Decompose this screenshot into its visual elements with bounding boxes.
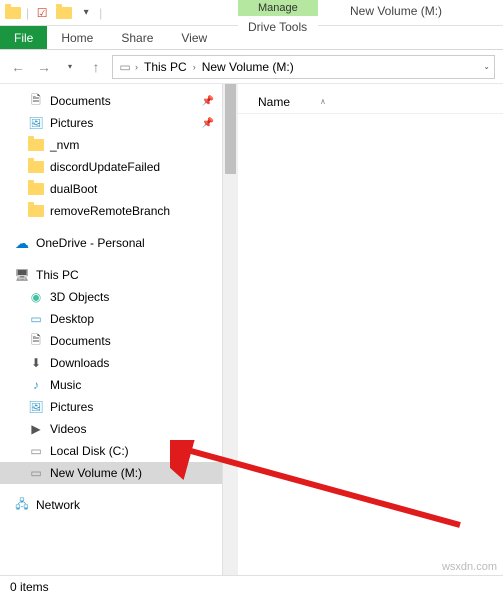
chevron-right-icon[interactable]: ›: [193, 62, 196, 72]
checkbox-icon[interactable]: ☑: [33, 4, 51, 22]
tree-label: Downloads: [50, 356, 109, 370]
sidebar-item-pictures[interactable]: 🖼 Pictures 📌: [0, 112, 222, 134]
document-icon: 🗎: [28, 93, 44, 109]
sidebar-item-remove-remote[interactable]: removeRemoteBranch: [0, 200, 222, 222]
tab-view[interactable]: View: [167, 26, 221, 49]
tab-share[interactable]: Share: [107, 26, 167, 49]
music-icon: ♪: [28, 377, 44, 393]
tree-label: Network: [36, 498, 80, 512]
pin-icon: 📌: [202, 96, 214, 107]
navigation-tree[interactable]: 🗎 Documents 📌 🖼 Pictures 📌 _nvm discordUpdat…: [0, 84, 222, 575]
tab-file[interactable]: File: [0, 26, 47, 49]
tree-label: 3D Objects: [50, 290, 109, 304]
tree-label: Desktop: [50, 312, 94, 326]
pin-icon: 📌: [202, 118, 214, 129]
download-icon: ⬇: [28, 355, 44, 371]
sidebar-item-new-volume[interactable]: ▭ New Volume (M:): [0, 462, 222, 484]
drive-icon: ▭: [117, 59, 133, 75]
sidebar-item-videos[interactable]: ▶ Videos: [0, 418, 222, 440]
explorer-body: 🗎 Documents 📌 🖼 Pictures 📌 _nvm discordUpdat…: [0, 84, 503, 575]
status-bar: 0 items: [0, 575, 503, 597]
tree-label: discordUpdateFailed: [50, 160, 160, 174]
file-list[interactable]: Name ∧: [238, 84, 503, 575]
tree-label: Pictures: [50, 400, 93, 414]
sidebar-item-music[interactable]: ♪ Music: [0, 374, 222, 396]
tab-home[interactable]: Home: [47, 26, 107, 49]
navigation-bar: ← → ▾ ↑ ▭ › This PC › New Volume (M:) ⌄: [0, 50, 503, 84]
tree-label: New Volume (M:): [50, 466, 142, 480]
list-header[interactable]: Name ∧: [238, 90, 503, 114]
back-button[interactable]: ←: [8, 57, 28, 77]
sidebar-item-3d-objects[interactable]: ◉ 3D Objects: [0, 286, 222, 308]
network-icon: 🖧: [14, 497, 30, 513]
sidebar-item-documents[interactable]: 🗎 Documents: [0, 330, 222, 352]
status-text: 0 items: [10, 580, 49, 594]
tree-label: removeRemoteBranch: [50, 204, 170, 218]
overflow-icon[interactable]: ▾: [77, 4, 95, 22]
tree-label: Documents: [50, 334, 111, 348]
desktop-icon: ▭: [28, 311, 44, 327]
tree-label: Videos: [50, 422, 86, 436]
tree-label: _nvm: [50, 138, 79, 152]
3d-icon: ◉: [28, 289, 44, 305]
quick-access-toolbar: | ☑ ▾ | Manage Drive Tools New Volume (M…: [0, 0, 503, 26]
video-icon: ▶: [28, 421, 44, 437]
breadcrumb-this-pc[interactable]: This PC: [140, 58, 191, 76]
disk-icon: ▭: [28, 443, 44, 459]
tree-label: Music: [50, 378, 81, 392]
window-title: New Volume (M:): [350, 4, 442, 18]
tab-drive-tools[interactable]: Drive Tools: [238, 16, 318, 38]
pictures-icon: 🖼: [28, 115, 44, 131]
tree-label: Local Disk (C:): [50, 444, 129, 458]
address-bar[interactable]: ▭ › This PC › New Volume (M:) ⌄: [112, 55, 495, 79]
sidebar-item-pictures[interactable]: 🖼 Pictures: [0, 396, 222, 418]
tree-label: Documents: [50, 94, 111, 108]
pictures-icon: 🖼: [28, 399, 44, 415]
sidebar-item-network[interactable]: 🖧 Network: [0, 494, 222, 516]
folder-icon: [28, 159, 44, 175]
sidebar-item-desktop[interactable]: ▭ Desktop: [0, 308, 222, 330]
chevron-right-icon[interactable]: ›: [135, 62, 138, 72]
sidebar-item-this-pc[interactable]: 🖥 This PC: [0, 264, 222, 286]
pc-icon: 🖥: [14, 267, 30, 283]
tree-label: OneDrive - Personal: [36, 236, 145, 250]
tree-scrollbar[interactable]: [222, 84, 238, 575]
sidebar-item-nvm[interactable]: _nvm: [0, 134, 222, 156]
scrollbar-thumb[interactable]: [225, 84, 236, 174]
cloud-icon: ☁: [14, 235, 30, 251]
contextual-tab-group: Manage Drive Tools: [238, 0, 318, 38]
sidebar-item-onedrive[interactable]: ☁ OneDrive - Personal: [0, 232, 222, 254]
contextual-label: Manage: [238, 0, 318, 16]
document-icon: 🗎: [28, 333, 44, 349]
up-button[interactable]: ↑: [86, 57, 106, 77]
separator: |: [26, 6, 29, 20]
folder-icon: [28, 137, 44, 153]
folder-icon: [55, 4, 73, 22]
folder-icon: [28, 203, 44, 219]
column-label: Name: [258, 95, 290, 109]
forward-button[interactable]: →: [34, 57, 54, 77]
sidebar-item-discord[interactable]: discordUpdateFailed: [0, 156, 222, 178]
folder-icon: [28, 181, 44, 197]
separator: |: [99, 6, 102, 20]
address-dropdown-icon[interactable]: ⌄: [483, 62, 490, 71]
breadcrumb-new-volume[interactable]: New Volume (M:): [198, 58, 298, 76]
sidebar-item-dualboot[interactable]: dualBoot: [0, 178, 222, 200]
tree-label: dualBoot: [50, 182, 97, 196]
tree-label: Pictures: [50, 116, 93, 130]
sort-indicator-icon: ∧: [320, 97, 326, 106]
recent-dropdown-icon[interactable]: ▾: [60, 57, 80, 77]
column-name[interactable]: Name ∧: [258, 95, 326, 109]
folder-icon: [4, 4, 22, 22]
sidebar-item-local-disk[interactable]: ▭ Local Disk (C:): [0, 440, 222, 462]
tree-label: This PC: [36, 268, 79, 282]
sidebar-item-downloads[interactable]: ⬇ Downloads: [0, 352, 222, 374]
disk-icon: ▭: [28, 465, 44, 481]
watermark: wsxdn.com: [442, 561, 497, 573]
sidebar-item-documents[interactable]: 🗎 Documents 📌: [0, 90, 222, 112]
